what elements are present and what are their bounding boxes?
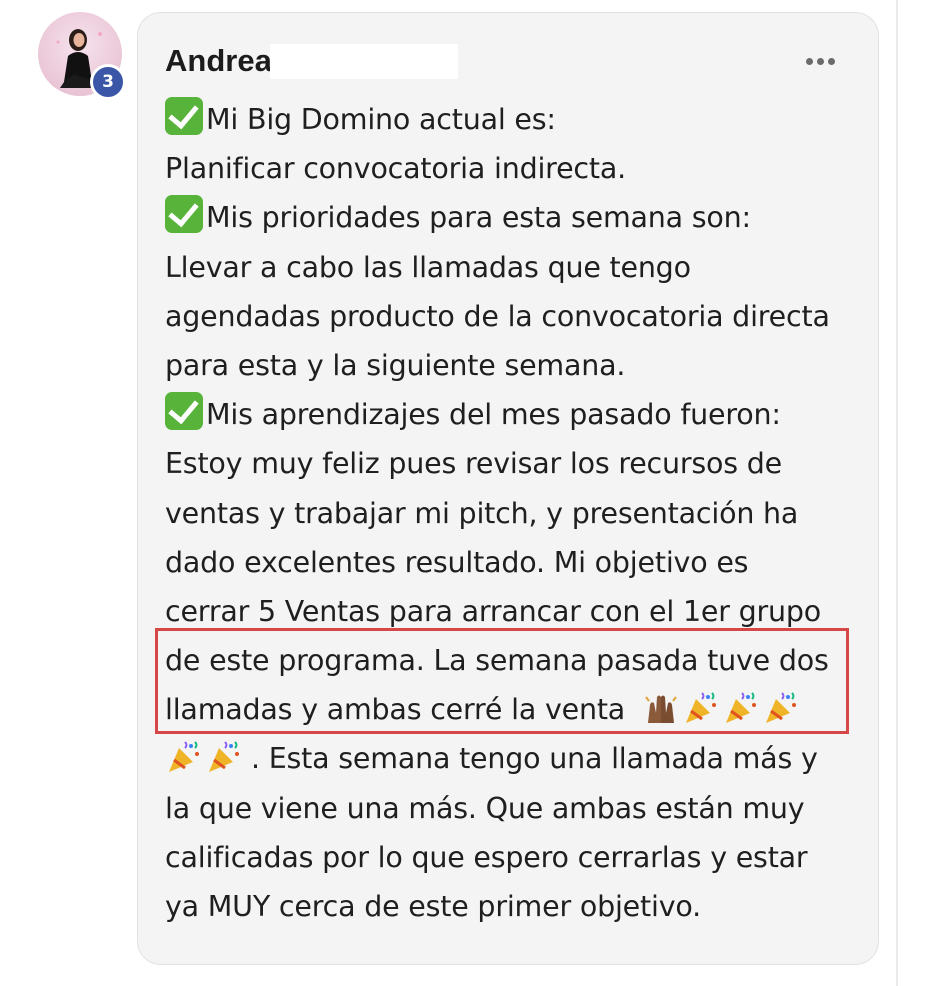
text-segment: Mis prioridades para esta semana son:: [206, 201, 751, 235]
dot: [805, 57, 813, 65]
text-line: ya MUY cerca de este primer objetivo.: [165, 890, 701, 923]
check-mark-icon: [165, 195, 203, 234]
text-line: Llevar a cabo las llamadas que tengo: [165, 250, 691, 284]
text-line: dado excelentes resultado. Mi objetivo e…: [165, 545, 749, 579]
text-line: Mis aprendizajes del mes pasado fueron:: [165, 390, 865, 439]
post-screen: 3 Andrea Mi Big Domino actual es: Planif…: [0, 0, 946, 986]
text-line: para esta y la siguiente semana.: [165, 348, 626, 382]
check-mark-icon: [165, 97, 203, 135]
name-redaction: [270, 44, 458, 79]
text-line: Mi Big Domino actual es:: [165, 95, 865, 144]
text-line: Planificar convocatoria indirecta.: [165, 152, 626, 186]
dot: [827, 57, 835, 65]
highlight-box: [155, 628, 849, 734]
text-line: calificadas por lo que espero cerrarlas …: [165, 840, 808, 874]
divider: [896, 0, 898, 986]
text-line: Estoy muy feliz pues revisar los recurso…: [165, 447, 783, 481]
dot: [816, 57, 824, 65]
text-line: agendadas producto de la convocatoria di…: [165, 299, 830, 333]
text-segment: . Esta semana tengo una llamada más y: [251, 742, 818, 776]
text-line: . Esta semana tengo una llamada más y: [165, 734, 865, 783]
text-segment: Mi Big Domino actual es:: [206, 103, 556, 136]
notification-badge: 3: [90, 64, 126, 100]
party-popper-icon: [209, 741, 239, 773]
text-line: la que viene una más. Que ambas están mu…: [165, 791, 805, 825]
author-avatar[interactable]: 3: [38, 12, 126, 100]
more-options-icon[interactable]: [802, 46, 838, 76]
text-segment: Mis aprendizajes del mes pasado fueron:: [206, 398, 781, 432]
text-line: Mis prioridades para esta semana son:: [165, 193, 865, 242]
text-line: ventas y trabajar mi pitch, y presentaci…: [165, 496, 799, 530]
comment-text: Mi Big Domino actual es: Planificar conv…: [165, 95, 865, 931]
party-popper-icon: [169, 741, 199, 773]
author-name[interactable]: Andrea: [165, 42, 272, 80]
check-mark-icon: [165, 392, 203, 431]
